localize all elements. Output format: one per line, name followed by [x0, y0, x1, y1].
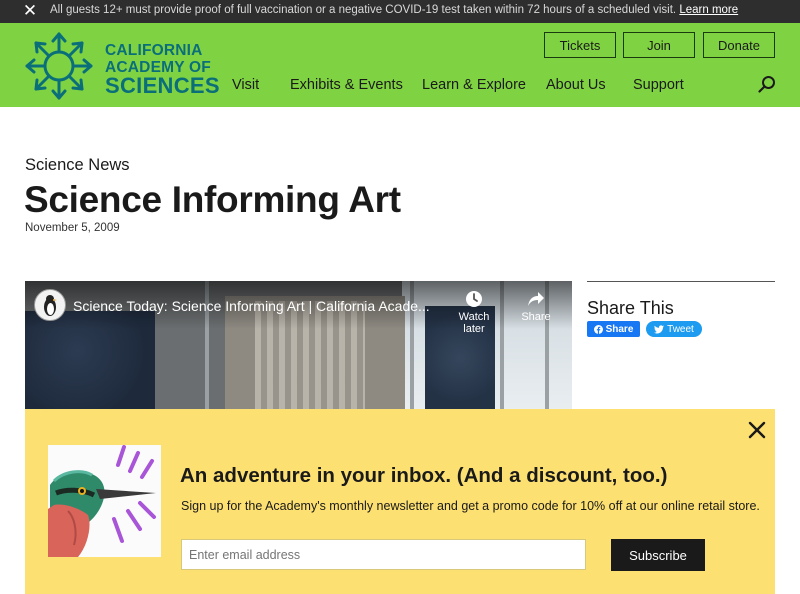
close-icon[interactable]: [746, 419, 768, 441]
donate-button[interactable]: Donate: [703, 32, 775, 58]
covid-alert-bar: ✕ All guests 12+ must provide proof of f…: [0, 0, 800, 23]
clock-icon: [466, 291, 482, 307]
penguin-icon: [44, 295, 57, 316]
twitter-tweet-label: Tweet: [667, 323, 694, 335]
newsletter-popup: An adventure in your inbox. (And a disco…: [25, 409, 775, 594]
bee-eater-bird-icon: [48, 445, 156, 557]
academy-logo[interactable]: CALIFORNIA ACADEMY OF SCIENCES: [24, 31, 220, 101]
subscribe-button[interactable]: Subscribe: [611, 539, 705, 571]
nav-visit[interactable]: Visit: [232, 77, 259, 93]
alert-message: All guests 12+ must provide proof of ful…: [50, 4, 738, 16]
learn-more-link[interactable]: Learn more: [679, 4, 738, 16]
page-title: Science Informing Art: [24, 179, 401, 220]
section-label[interactable]: Science News: [25, 156, 130, 175]
email-input[interactable]: [181, 539, 586, 570]
tickets-button[interactable]: Tickets: [544, 32, 616, 58]
video-title[interactable]: Science Today: Science Informing Art | C…: [73, 298, 430, 314]
wordmark-line-3: SCIENCES: [105, 73, 220, 98]
video-player[interactable]: Science Today: Science Informing Art | C…: [25, 281, 572, 411]
join-button[interactable]: Join: [623, 32, 695, 58]
twitter-tweet-button[interactable]: Tweet: [646, 321, 702, 337]
channel-avatar[interactable]: [34, 289, 66, 321]
nav-exhibits-events[interactable]: Exhibits & Events: [290, 77, 403, 93]
facebook-share-button[interactable]: Share: [587, 321, 640, 337]
newsletter-subtext: Sign up for the Academy's monthly newsle…: [181, 499, 760, 513]
nav-support[interactable]: Support: [633, 77, 684, 93]
newsletter-headline: An adventure in your inbox. (And a disco…: [180, 464, 668, 487]
twitter-bird-icon: [654, 324, 665, 333]
academy-wordmark: CALIFORNIA ACADEMY OF SCIENCES: [105, 43, 220, 97]
share-heading: Share This: [587, 298, 674, 318]
wordmark-line-1: CALIFORNIA: [105, 42, 203, 59]
nav-learn-explore[interactable]: Learn & Explore: [422, 77, 526, 93]
watch-later-button[interactable]: Watch later: [449, 290, 499, 335]
bird-illustration: [48, 445, 161, 557]
article-date: November 5, 2009: [25, 222, 120, 234]
share-divider: [587, 281, 775, 282]
video-share-button[interactable]: Share: [511, 290, 561, 323]
video-share-label: Share: [521, 311, 551, 323]
close-alert-icon[interactable]: ✕: [22, 2, 38, 20]
facebook-share-label: Share: [605, 323, 634, 335]
share-arrow-icon: [528, 292, 544, 306]
site-header: CALIFORNIA ACADEMY OF SCIENCES Tickets J…: [0, 23, 800, 107]
nav-about-us[interactable]: About Us: [546, 77, 606, 93]
facebook-icon: [593, 324, 603, 334]
starburst-logo-icon: [25, 32, 93, 100]
search-icon[interactable]: [758, 75, 776, 93]
watch-later-label: Watch later: [458, 311, 490, 335]
alert-text: All guests 12+ must provide proof of ful…: [50, 4, 677, 16]
